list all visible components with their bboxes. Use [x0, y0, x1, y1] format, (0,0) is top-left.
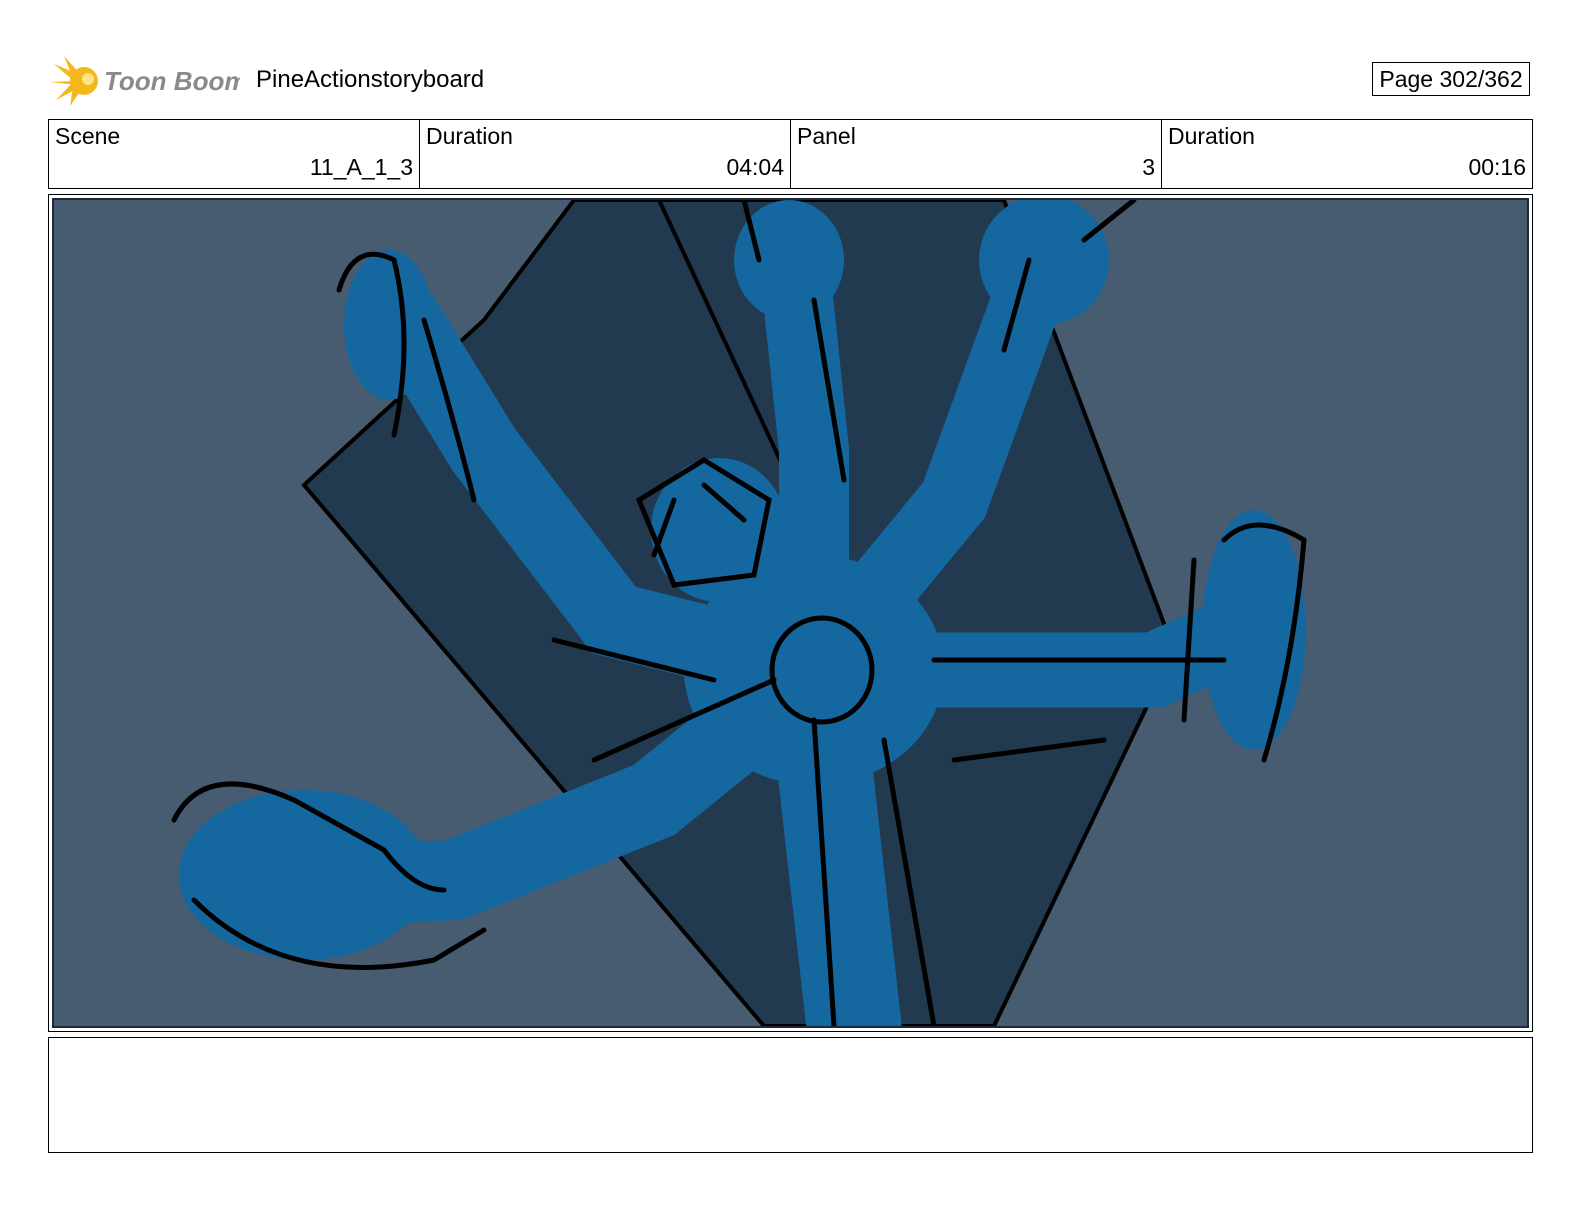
scene-duration-cell: Duration 04:04 [420, 120, 791, 188]
scene-label: Scene [55, 123, 121, 149]
scene-duration-label: Duration [426, 123, 513, 149]
panel-frame [48, 194, 1533, 1032]
toon-boom-logo: Toon Boom [50, 56, 240, 106]
storyboard-sketch [52, 198, 1529, 1028]
scene-value: 11_A_1_3 [309, 154, 413, 180]
panel-duration-label: Duration [1168, 123, 1255, 149]
scene-duration-value: 04:04 [726, 154, 784, 180]
brand-name: Toon Boom [104, 66, 240, 96]
info-table: Scene 11_A_1_3 Duration 04:04 Panel 3 Du… [48, 119, 1533, 189]
page-indicator: Page 302/362 [1372, 62, 1530, 96]
panel-value: 3 [1142, 154, 1155, 180]
notes-box [48, 1037, 1533, 1153]
scene-cell: Scene 11_A_1_3 [49, 120, 420, 188]
project-title: PineActionstoryboard [256, 66, 485, 93]
panel-cell: Panel 3 [791, 120, 1162, 188]
panel-duration-value: 00:16 [1468, 154, 1526, 180]
panel-label: Panel [797, 123, 856, 149]
panel-duration-cell: Duration 00:16 [1162, 120, 1532, 188]
